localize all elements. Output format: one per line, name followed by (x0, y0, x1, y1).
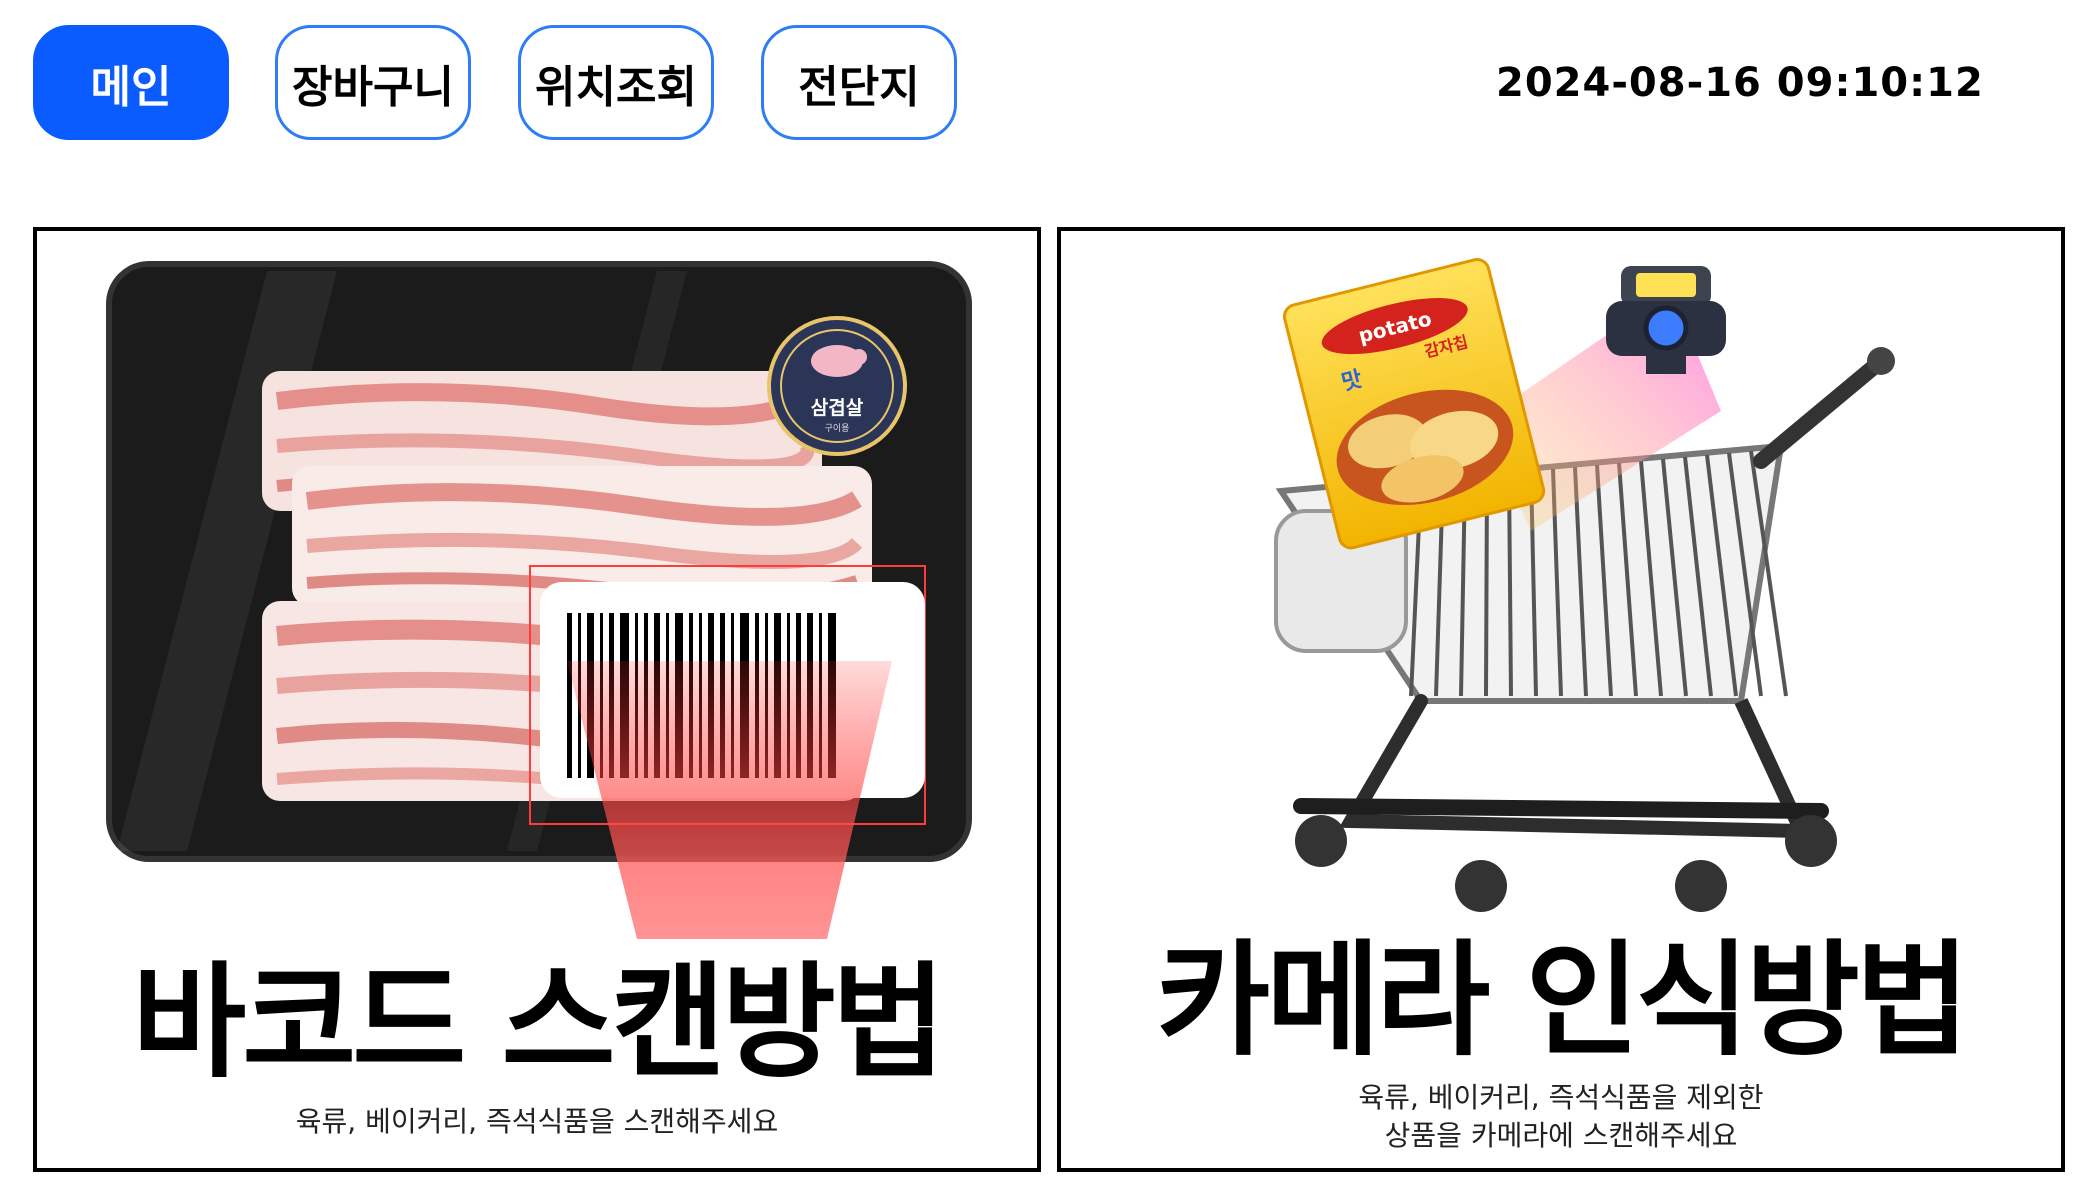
camera-recognition-description-line1: 육류, 베이커리, 즉석식품을 제외한 (1358, 1081, 1764, 1114)
tab-cart[interactable]: 장바구니 (275, 25, 471, 140)
barcode-scan-description: 육류, 베이커리, 즉석식품을 스캔해주세요 (295, 1105, 779, 1138)
tab-main[interactable]: 메인 (33, 25, 229, 140)
datetime-display: 2024-08-16 09:10:12 (1496, 60, 1984, 106)
tab-flyer[interactable]: 전단지 (761, 25, 957, 140)
badge-label: 삼겹살 (811, 397, 864, 419)
camera-recognition-panel[interactable]: potato 맛 감자칩 카메라 인식방법 육류, 베이커리, 즉석식품을 제외… (1057, 227, 2065, 1172)
camera-recognition-title: 카메라 인식방법 (1156, 929, 1970, 1073)
barcode-scan-panel[interactable]: 삼겹살 구이용 바코드 스캔방법 육류, 베이커리, 즉석식품을 스캔해주세요 (33, 227, 1041, 1172)
tab-location[interactable]: 위치조회 (518, 25, 714, 140)
badge-sub: 구이용 (825, 423, 850, 434)
barcode-scan-title: 바코드 스캔방법 (132, 951, 946, 1095)
camera-recognition-description-line2: 상품을 카메라에 스캔해주세요 (1384, 1119, 1738, 1152)
